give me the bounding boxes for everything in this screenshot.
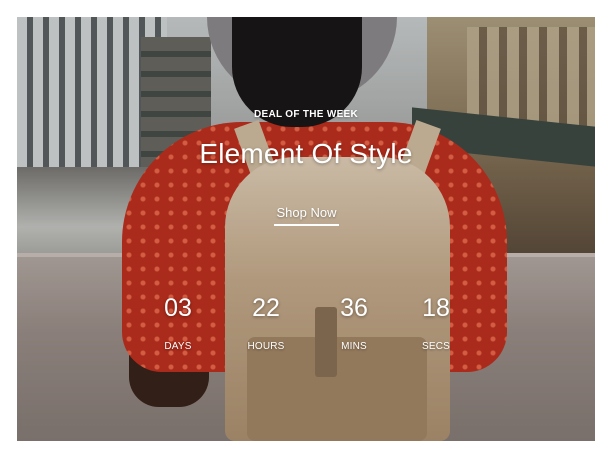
deal-eyebrow: DEAL OF THE WEEK bbox=[253, 109, 359, 120]
countdown-hours-label: HOURS bbox=[247, 341, 285, 352]
countdown-days-value: 03 bbox=[164, 294, 192, 322]
countdown-hours-value: 22 bbox=[252, 294, 280, 322]
banner-content: DEAL OF THE WEEK Element Of Style Shop N… bbox=[17, 17, 595, 441]
countdown-mins: 36 MINS bbox=[319, 293, 389, 352]
deal-banner: DEAL OF THE WEEK Element Of Style Shop N… bbox=[17, 17, 595, 441]
countdown-secs: 18 SECS bbox=[401, 293, 471, 352]
shop-now-link[interactable]: Shop Now bbox=[274, 205, 339, 226]
countdown-secs-label: SECS bbox=[421, 341, 451, 352]
countdown-days-label: DAYS bbox=[164, 341, 192, 352]
countdown-hours: 22 HOURS bbox=[231, 293, 301, 352]
banner-title: Element Of Style bbox=[199, 138, 413, 169]
countdown-mins-label: MINS bbox=[341, 341, 367, 352]
countdown-mins-value: 36 bbox=[340, 294, 368, 322]
countdown-days: 03 DAYS bbox=[143, 293, 213, 352]
countdown-secs-value: 18 bbox=[422, 294, 450, 322]
